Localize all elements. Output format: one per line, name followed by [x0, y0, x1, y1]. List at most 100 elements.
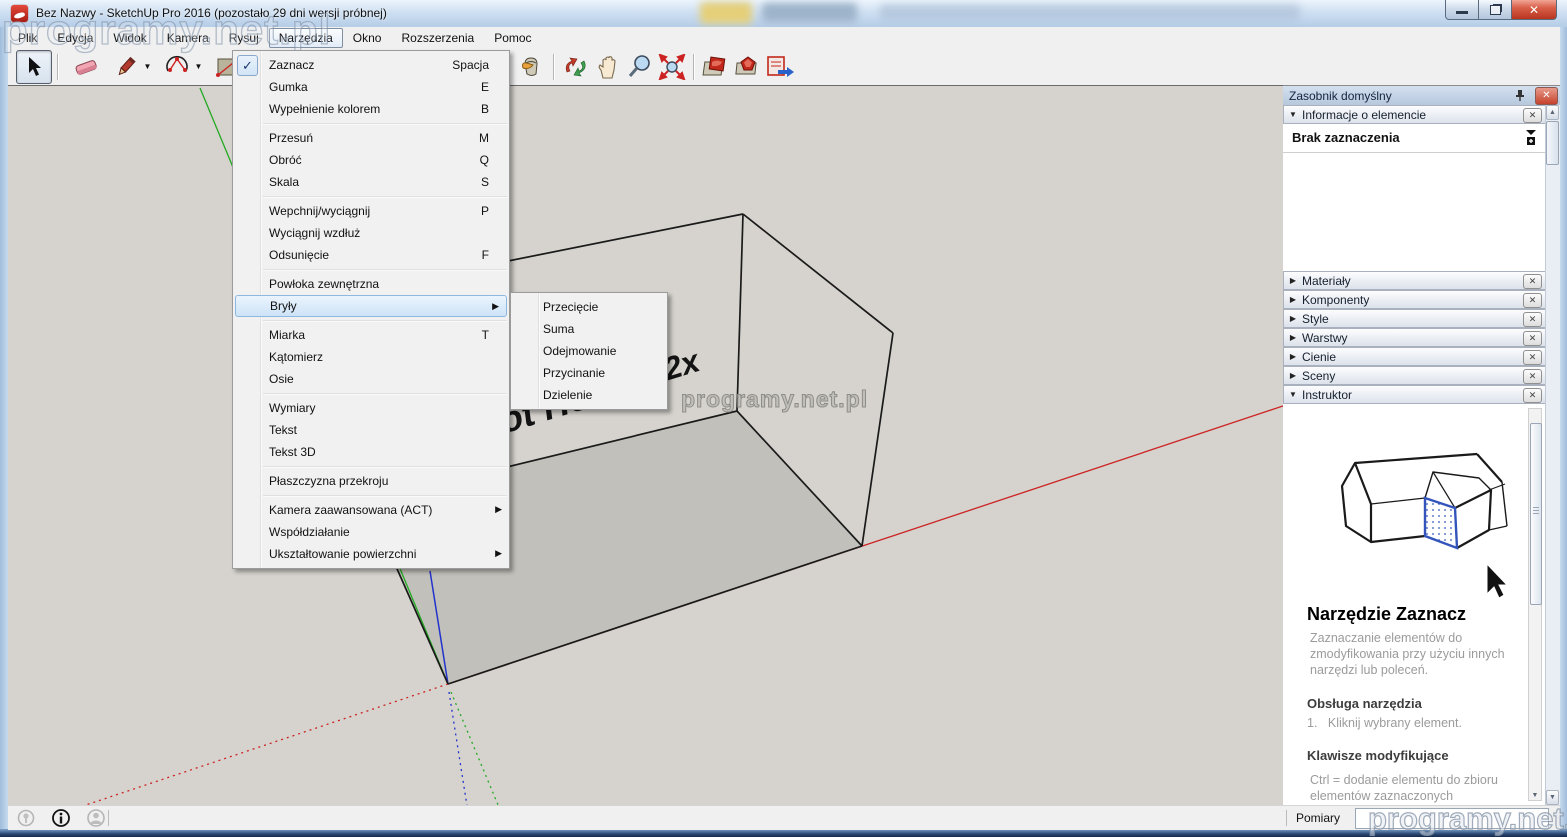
expand-arrow-icon: ▶ — [1284, 276, 1302, 285]
menu-pomoc[interactable]: Pomoc — [484, 28, 541, 48]
menu-rozszerzenia[interactable]: Rozszerzenia — [391, 28, 484, 48]
menu-separator — [263, 269, 507, 270]
tray-header[interactable]: Zasobnik domyślny ✕ — [1283, 86, 1560, 105]
menu-item-przesun[interactable]: Przesuń M — [233, 127, 509, 149]
tray-scrollbar[interactable]: ▲ ▼ — [1545, 105, 1560, 805]
section-close-icon[interactable]: ✕ — [1523, 293, 1542, 308]
section-close-icon[interactable]: ✕ — [1523, 312, 1542, 327]
section-close-icon[interactable]: ✕ — [1523, 108, 1542, 123]
scrollbar-thumb[interactable] — [1530, 423, 1542, 605]
eraser-tool-button[interactable] — [70, 52, 102, 82]
pencil-tool-button[interactable] — [110, 52, 142, 82]
section-close-icon[interactable]: ✕ — [1523, 331, 1542, 346]
menu-item-tekst-3d[interactable]: Tekst 3D — [233, 441, 509, 463]
submenu-item-odejmowanie[interactable]: Odejmowanie — [511, 340, 667, 362]
section-close-icon[interactable]: ✕ — [1523, 388, 1542, 403]
menu-item-bryly[interactable]: Bryły ▶ — [235, 295, 507, 317]
expand-arrow-icon: ▶ — [1284, 333, 1302, 342]
titlebar: Bez Nazwy - SketchUp Pro 2016 (pozostało… — [0, 0, 1567, 27]
close-button[interactable]: ✕ — [1512, 0, 1557, 20]
scroll-up-icon[interactable]: ▲ — [1546, 105, 1559, 120]
expand-arrow-icon: ▶ — [1284, 371, 1302, 380]
scroll-down-icon[interactable]: ▼ — [1546, 790, 1559, 805]
menu-okno[interactable]: Okno — [343, 28, 392, 48]
eraser-icon — [73, 56, 99, 78]
menu-edycja[interactable]: Edycja — [47, 28, 103, 48]
toolbar-separator — [693, 54, 695, 80]
style-builder-tool-button[interactable] — [732, 52, 764, 82]
menu-kamera[interactable]: Kamera — [157, 28, 219, 48]
restore-button[interactable] — [1479, 0, 1512, 20]
instructor-scrollbar[interactable]: ▼ — [1528, 408, 1542, 801]
paint-bucket-tool-button[interactable] — [516, 52, 548, 82]
section-sceny[interactable]: ▶ Sceny ✕ — [1283, 366, 1546, 385]
select-tool-button[interactable] — [16, 50, 52, 84]
menu-item-skala[interactable]: Skala S — [233, 171, 509, 193]
menu-item-katomierz[interactable]: Kątomierz — [233, 346, 509, 368]
menu-item-wymiary[interactable]: Wymiary — [233, 397, 509, 419]
section-close-icon[interactable]: ✕ — [1523, 350, 1542, 365]
submenu-item-dzielenie[interactable]: Dzielenie — [511, 384, 667, 406]
detail-toggle-icon[interactable] — [1524, 128, 1538, 149]
submenu-arrow-icon: ▶ — [495, 504, 502, 515]
menu-item-osie[interactable]: Osie — [233, 368, 509, 390]
section-materialy[interactable]: ▶ Materiały ✕ — [1283, 271, 1546, 290]
measurements-input[interactable] — [1355, 808, 1549, 829]
menu-item-wyciagnij-wzdluz[interactable]: Wyciągnij wzdłuż — [233, 222, 509, 244]
section-entity-info[interactable]: ▼ Informacje o elemencie ✕ — [1283, 105, 1546, 124]
arc-tool-button[interactable] — [161, 52, 193, 82]
section-cienie[interactable]: ▶ Cienie ✕ — [1283, 347, 1546, 366]
submenu-item-przeciecie[interactable]: Przecięcie — [511, 296, 667, 318]
menu-item-wepchnij-wyciagnij[interactable]: Wepchnij/wyciągnij P — [233, 200, 509, 222]
model-3d-text-right[interactable]: 2x — [662, 342, 701, 388]
arc-icon — [164, 55, 190, 79]
section-instruktor[interactable]: ▼ Instruktor ✕ — [1283, 385, 1546, 404]
pin-icon[interactable] — [1513, 88, 1527, 102]
geolocation-icon[interactable] — [19, 811, 34, 826]
menubar: Plik Edycja Widok Kamera Rysuj Narzędzia… — [8, 27, 1560, 49]
minimize-button[interactable] — [1445, 0, 1479, 20]
menu-narzedzia[interactable]: Narzędzia — [269, 28, 343, 48]
collapse-arrow-icon: ▼ — [1284, 110, 1302, 119]
pan-tool-button[interactable] — [592, 52, 624, 82]
menu-item-kamera-zaawansowana[interactable]: Kamera zaawansowana (ACT) ▶ — [233, 499, 509, 521]
arc-dropdown-arrow[interactable]: ▼ — [193, 62, 204, 71]
export-tool-button[interactable] — [764, 52, 796, 82]
measurements-label: Pomiary — [1296, 811, 1340, 825]
section-style[interactable]: ▶ Style ✕ — [1283, 309, 1546, 328]
menu-item-powloka-zewnetrzna[interactable]: Powłoka zewnętrzna — [233, 273, 509, 295]
menu-item-obroc[interactable]: Obróć Q — [233, 149, 509, 171]
menu-plik[interactable]: Plik — [8, 28, 47, 48]
menu-item-gumka[interactable]: Gumka E — [233, 76, 509, 98]
menu-item-tekst[interactable]: Tekst — [233, 419, 509, 441]
menu-item-uksztaltowanie-powierzchni[interactable]: Ukształtowanie powierzchni ▶ — [233, 543, 509, 565]
statusbar: Pomiary — [8, 805, 1560, 830]
submenu-item-suma[interactable]: Suma — [511, 318, 667, 340]
menu-item-wypelnienie-kolorem[interactable]: Wypełnienie kolorem B — [233, 98, 509, 120]
layout-tool-button[interactable] — [700, 52, 732, 82]
orbit-tool-button[interactable] — [560, 52, 592, 82]
menu-item-wspoldzialanie[interactable]: Współdziałanie — [233, 521, 509, 543]
credits-icon[interactable] — [53, 810, 69, 826]
instructor-title: Narzędzie Zaznacz — [1307, 604, 1466, 625]
menu-item-zaznacz[interactable]: ✓ Zaznacz Spacja — [233, 54, 509, 76]
drawing-canvas[interactable]: ot Ho 2x programy.net.pl — [8, 85, 1283, 806]
tray-close-button[interactable]: ✕ — [1535, 87, 1558, 105]
menu-item-miarka[interactable]: Miarka T — [233, 324, 509, 346]
menu-item-odsuniecie[interactable]: Odsunięcie F — [233, 244, 509, 266]
submenu-item-przycinanie[interactable]: Przycinanie — [511, 362, 667, 384]
menu-item-plaszczyzna-przekroju[interactable]: Płaszczyzna przekroju — [233, 470, 509, 492]
menu-rysuj[interactable]: Rysuj — [219, 28, 269, 48]
section-close-icon[interactable]: ✕ — [1523, 369, 1542, 384]
pencil-dropdown-arrow[interactable]: ▼ — [142, 62, 153, 71]
signin-icon[interactable] — [88, 810, 104, 826]
orbit-icon — [562, 54, 590, 80]
scroll-down-icon[interactable]: ▼ — [1530, 792, 1540, 799]
section-warstwy[interactable]: ▶ Warstwy ✕ — [1283, 328, 1546, 347]
section-close-icon[interactable]: ✕ — [1523, 274, 1542, 289]
scrollbar-thumb[interactable] — [1546, 121, 1559, 165]
zoom-extents-tool-button[interactable] — [656, 52, 688, 82]
menu-widok[interactable]: Widok — [103, 28, 156, 48]
section-komponenty[interactable]: ▶ Komponenty ✕ — [1283, 290, 1546, 309]
zoom-tool-button[interactable] — [624, 52, 656, 82]
